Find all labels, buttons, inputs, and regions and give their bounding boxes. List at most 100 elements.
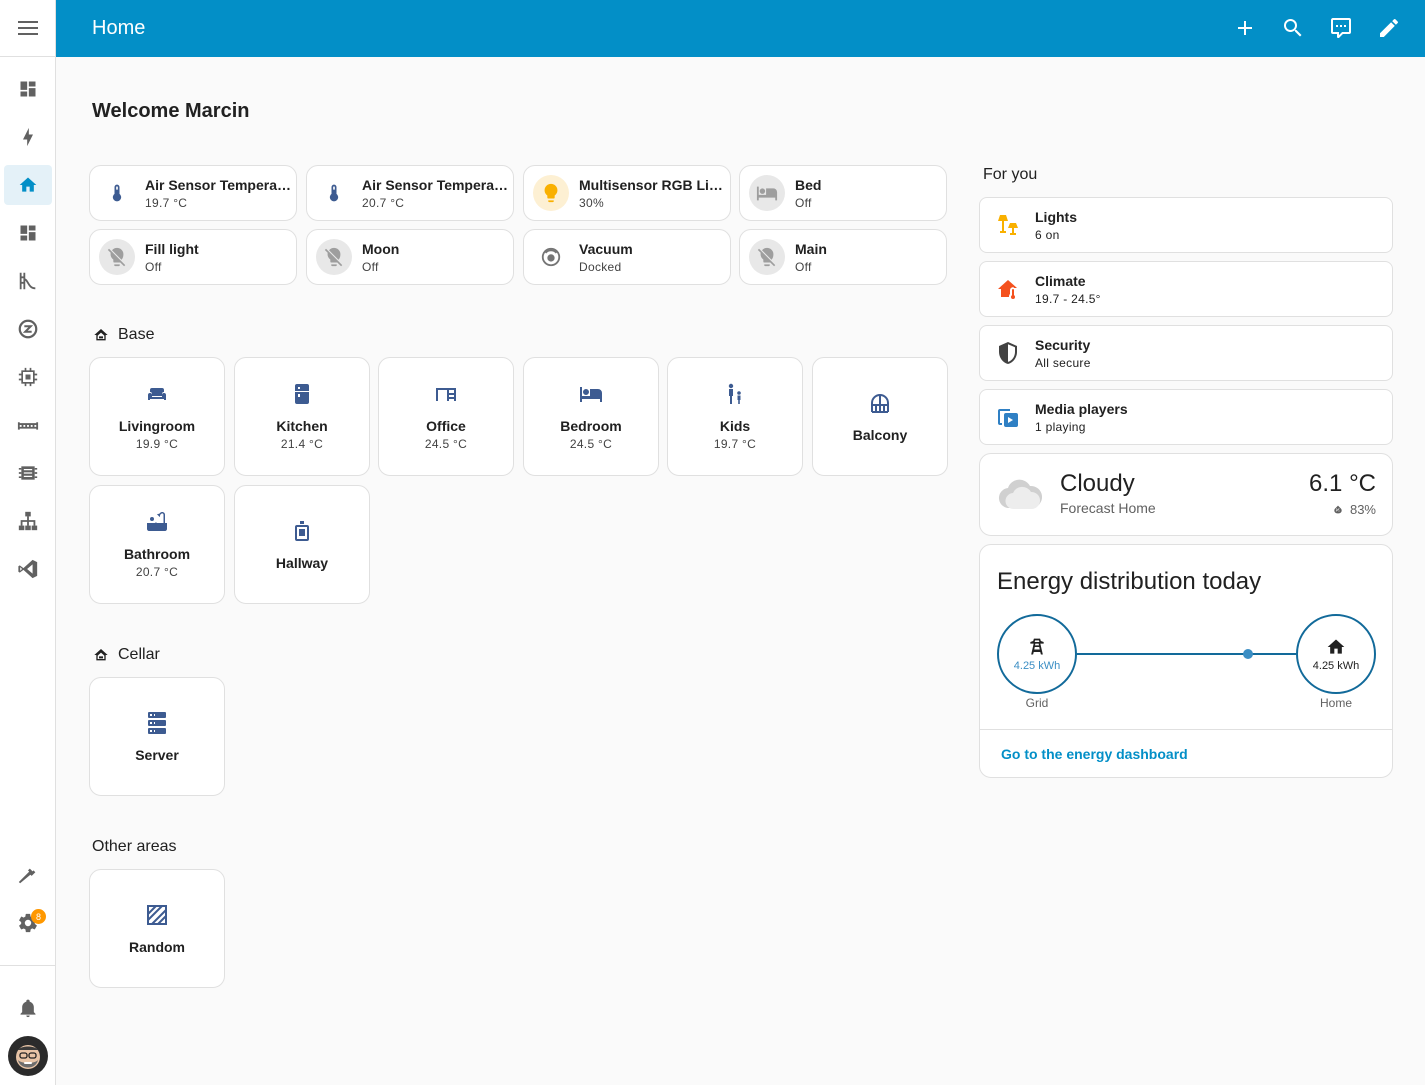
energy-dashboard-link[interactable]: Go to the energy dashboard bbox=[1001, 746, 1188, 762]
sidebar-item-network[interactable] bbox=[4, 501, 52, 541]
area-bedroom[interactable]: Bedroom 24.5 °C bbox=[523, 357, 659, 476]
summary-climate[interactable]: Climate 19.7 - 24.5° bbox=[979, 261, 1393, 317]
water-percent-icon bbox=[1334, 505, 1342, 513]
area-temperature: 19.9 °C bbox=[135, 437, 179, 451]
energy-flow-dot bbox=[1243, 649, 1253, 659]
sidebar-item-memory[interactable] bbox=[4, 453, 52, 493]
grid-label: Grid bbox=[1025, 696, 1049, 710]
area-office[interactable]: Office 24.5 °C bbox=[378, 357, 514, 476]
floor-title-base: Base bbox=[93, 326, 154, 344]
edit-button[interactable] bbox=[1377, 16, 1401, 40]
summary-lights[interactable]: Lights 6 on bbox=[979, 197, 1393, 253]
area-livingroom[interactable]: Livingroom 19.9 °C bbox=[89, 357, 225, 476]
thermometer-icon-wrap bbox=[316, 175, 352, 211]
tile-state: Off bbox=[362, 259, 379, 274]
sidebar-item-slide[interactable] bbox=[4, 261, 52, 301]
sidebar-item-zwave[interactable] bbox=[4, 309, 52, 349]
area-name: Bathroom bbox=[123, 546, 191, 562]
tile-bed[interactable]: Bed Off bbox=[739, 165, 947, 221]
area-hallway[interactable]: Hallway bbox=[234, 485, 370, 604]
home-circle[interactable]: 4.25 kWh bbox=[1296, 614, 1376, 694]
tile-fill-light[interactable]: Fill light Off bbox=[89, 229, 297, 285]
light-toggle[interactable] bbox=[99, 239, 135, 275]
fridge-icon bbox=[295, 384, 309, 404]
vscode-icon bbox=[18, 559, 38, 579]
add-button[interactable] bbox=[1233, 16, 1257, 40]
weather-humidity: 83% bbox=[1332, 502, 1376, 517]
light-toggle[interactable] bbox=[533, 175, 569, 211]
sidebar-item-vscode[interactable] bbox=[4, 549, 52, 589]
light-toggle[interactable] bbox=[316, 239, 352, 275]
lamps-icon bbox=[998, 215, 1018, 235]
notification-badge: 8 bbox=[31, 909, 46, 924]
tile-name: Bed bbox=[795, 176, 822, 193]
area-bathroom[interactable]: Bathroom 20.7 °C bbox=[89, 485, 225, 604]
memory-icon bbox=[18, 466, 38, 480]
hammer-icon bbox=[18, 868, 36, 884]
tile-moon[interactable]: Moon Off bbox=[306, 229, 514, 285]
sidebar-item-settings[interactable] bbox=[4, 903, 52, 943]
home-label: Home bbox=[1319, 696, 1352, 710]
tile-state: 30% bbox=[579, 195, 604, 210]
weather-condition: Cloudy bbox=[1060, 470, 1135, 497]
floor-title-cellar: Cellar bbox=[93, 646, 160, 664]
floor-title-text: Base bbox=[118, 326, 155, 343]
light-toggle[interactable] bbox=[749, 239, 785, 275]
thermometer-icon bbox=[329, 184, 339, 202]
grid-energy-value: 4.25 kWh bbox=[1013, 659, 1061, 672]
tile-state: 19.7 °C bbox=[145, 195, 188, 210]
sidebar-item-overview[interactable] bbox=[4, 69, 52, 109]
home-floor-icon bbox=[94, 329, 108, 341]
energy-flow-line bbox=[1077, 653, 1296, 655]
tile-multisensor-rgb-light[interactable]: Multisensor RGB Light 30% bbox=[523, 165, 731, 221]
area-server[interactable]: Server bbox=[89, 677, 225, 796]
weather-card[interactable]: Cloudy Forecast Home 6.1 °C 83% bbox=[979, 453, 1393, 536]
section-title-text: Other areas bbox=[92, 838, 177, 855]
summary-security[interactable]: Security All secure bbox=[979, 325, 1393, 381]
avatar[interactable] bbox=[8, 1036, 48, 1076]
sidebar-item-energy[interactable] bbox=[4, 117, 52, 157]
multimedia-icon bbox=[998, 409, 1018, 427]
tile-state: Off bbox=[145, 259, 162, 274]
tile-name: Air Sensor Temperature bbox=[145, 176, 295, 193]
tile-main[interactable]: Main Off bbox=[739, 229, 947, 285]
tile-air-sensor-temperature-1[interactable]: Air Sensor Temperature 19.7 °C bbox=[89, 165, 297, 221]
tile-vacuum[interactable]: Vacuum Docked bbox=[523, 229, 731, 285]
bell-icon bbox=[20, 999, 36, 1018]
sidebar-item-developer-tools[interactable] bbox=[4, 855, 52, 895]
home-icon bbox=[19, 177, 37, 192]
other-areas-title: Other areas bbox=[92, 838, 176, 856]
summary-state: All secure bbox=[1035, 355, 1091, 370]
sidebar-item-notifications[interactable] bbox=[4, 988, 52, 1028]
cloudy-icon bbox=[999, 479, 1042, 510]
weather-humidity-value: 83% bbox=[1349, 502, 1376, 517]
energy-title: Energy distribution today bbox=[997, 568, 1262, 595]
area-kids[interactable]: Kids 19.7 °C bbox=[667, 357, 803, 476]
menu-button[interactable] bbox=[0, 0, 56, 57]
grid-circle[interactable]: 4.25 kWh bbox=[997, 614, 1077, 694]
sidebar-item-dashboard[interactable] bbox=[4, 213, 52, 253]
dashboard-icon bbox=[20, 81, 36, 97]
tile-air-sensor-temperature-2[interactable]: Air Sensor Temperature 20.7 °C bbox=[306, 165, 514, 221]
bed-toggle[interactable] bbox=[749, 175, 785, 211]
sidebar-item-home[interactable] bbox=[4, 165, 52, 205]
summary-name: Lights bbox=[1035, 208, 1077, 225]
summary-name: Security bbox=[1035, 336, 1091, 353]
tile-name: Fill light bbox=[145, 240, 199, 257]
area-kitchen[interactable]: Kitchen 21.4 °C bbox=[234, 357, 370, 476]
assist-button[interactable] bbox=[1329, 16, 1353, 40]
home-energy-value: 4.25 kWh bbox=[1312, 659, 1360, 672]
area-random[interactable]: Random bbox=[89, 869, 225, 988]
sidebar-item-chip[interactable] bbox=[4, 357, 52, 397]
summary-media-players[interactable]: Media players 1 playing bbox=[979, 389, 1393, 445]
plus-icon bbox=[1238, 21, 1252, 35]
sidebar-item-bridge[interactable] bbox=[4, 405, 52, 445]
area-balcony[interactable]: Balcony bbox=[812, 357, 948, 476]
top-app-bar: Home bbox=[56, 0, 1425, 57]
lightbulb-off-icon bbox=[757, 247, 776, 267]
search-button[interactable] bbox=[1281, 16, 1305, 40]
area-name: Office bbox=[426, 418, 466, 434]
coat-rack-icon bbox=[295, 520, 309, 541]
bathtub-icon bbox=[147, 512, 167, 531]
transmission-tower-icon bbox=[1030, 638, 1044, 654]
